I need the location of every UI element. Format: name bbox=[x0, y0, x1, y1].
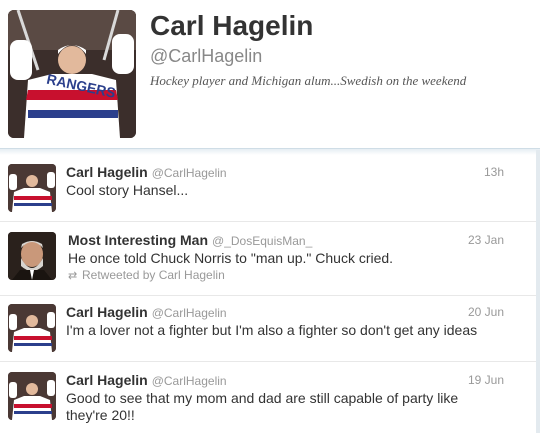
tweet-author-handle[interactable]: @CarlHagelin bbox=[152, 374, 227, 388]
tweet-avatar[interactable] bbox=[8, 304, 56, 352]
tweet-timestamp[interactable]: 20 Jun bbox=[468, 304, 504, 320]
tweet-author-handle[interactable]: @CarlHagelin bbox=[152, 306, 227, 320]
hockey-player-avatar-icon: RANGERS bbox=[8, 10, 136, 138]
hockey-player-avatar-icon bbox=[8, 304, 56, 352]
bearded-man-avatar-icon bbox=[8, 232, 56, 280]
tweet-author-handle[interactable]: @CarlHagelin bbox=[152, 166, 227, 180]
retweet-label: Retweeted by Carl Hagelin bbox=[82, 268, 225, 282]
tweet-text: I'm a lover not a fighter but I'm also a… bbox=[66, 322, 478, 338]
profile-header: RANGERS Carl Hagelin @CarlHagelin Hockey… bbox=[0, 0, 540, 150]
tweet-item[interactable]: Carl Hagelin @CarlHagelin 20 Jun I'm a lo… bbox=[0, 296, 540, 362]
tweet-avatar[interactable] bbox=[8, 372, 56, 420]
tweet-author-name[interactable]: Carl Hagelin bbox=[66, 164, 148, 180]
tweet-author-name[interactable]: Carl Hagelin bbox=[66, 372, 148, 388]
tweet-author-name[interactable]: Carl Hagelin bbox=[66, 304, 148, 320]
profile-avatar[interactable]: RANGERS bbox=[8, 10, 136, 138]
tweet-text: Cool story Hansel... bbox=[66, 182, 189, 198]
header-divider bbox=[0, 148, 540, 155]
tweet-item[interactable]: Most Interesting Man @_DosEquisMan_ 23 Ja… bbox=[0, 222, 540, 296]
profile-name: Carl Hagelin bbox=[150, 10, 314, 41]
hockey-player-avatar-icon bbox=[8, 164, 56, 212]
tweet-author-handle[interactable]: @_DosEquisMan_ bbox=[212, 234, 312, 248]
tweet-avatar[interactable] bbox=[8, 232, 56, 280]
tweet-timestamp[interactable]: 23 Jan bbox=[468, 232, 504, 248]
tweet-avatar[interactable] bbox=[8, 164, 56, 212]
profile-handle[interactable]: @CarlHagelin bbox=[150, 45, 262, 67]
scrollbar-track[interactable] bbox=[536, 150, 540, 433]
tweet-item[interactable]: Carl Hagelin @CarlHagelin 13h Cool story … bbox=[0, 156, 540, 222]
tweet-timestamp[interactable]: 13h bbox=[484, 164, 504, 180]
tweet-timestamp[interactable]: 19 Jun bbox=[468, 372, 504, 388]
retweet-indicator[interactable]: ⇄ Retweeted by Carl Hagelin bbox=[68, 268, 225, 284]
profile-bio: Hockey player and Michigan alum...Swedis… bbox=[150, 73, 467, 88]
tweet-item[interactable]: Carl Hagelin @CarlHagelin 19 Jun Good to … bbox=[0, 362, 540, 433]
hockey-player-avatar-icon bbox=[8, 372, 56, 420]
retweet-icon: ⇄ bbox=[68, 270, 78, 282]
tweet-text: Good to see that my mom and dad are stil… bbox=[66, 390, 459, 423]
tweet-author-name[interactable]: Most Interesting Man bbox=[68, 232, 208, 248]
tweet-text: He once told Chuck Norris to "man up." C… bbox=[68, 250, 394, 266]
